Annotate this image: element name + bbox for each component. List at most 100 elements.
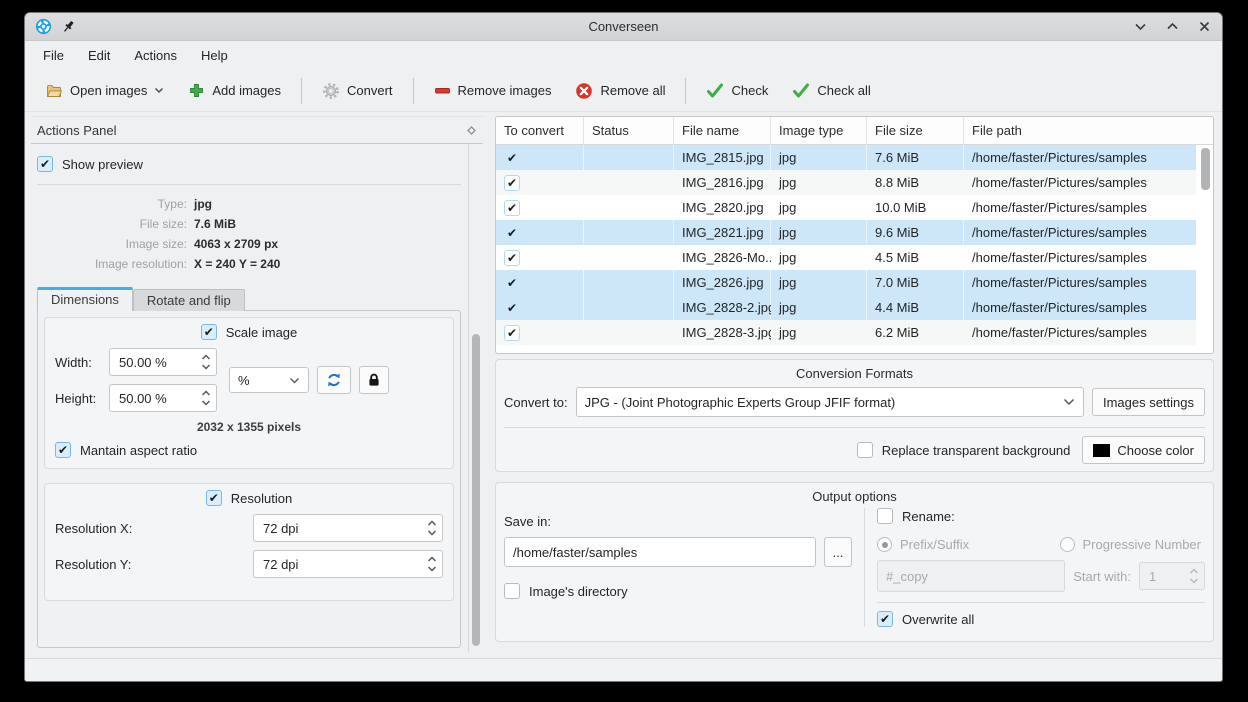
checkbox-box bbox=[857, 442, 873, 458]
column-header-to-convert[interactable]: To convert bbox=[496, 117, 584, 144]
browse-button[interactable]: ... bbox=[824, 537, 852, 567]
table-row[interactable]: ✔IMG_2815.jpgjpg7.6 MiB/home/faster/Pict… bbox=[496, 145, 1196, 170]
table-row[interactable]: ✔IMG_2816.jpgjpg8.8 MiB/home/faster/Pict… bbox=[496, 170, 1196, 195]
check-all-button[interactable]: Check all bbox=[782, 77, 880, 104]
table-cell-check[interactable]: ✔ bbox=[496, 145, 584, 170]
replace-transparent-background-checkbox[interactable]: Replace transparent background bbox=[857, 442, 1071, 458]
progressive-number-radio[interactable]: Progressive Number bbox=[1060, 537, 1202, 552]
menu-edit[interactable]: Edit bbox=[78, 45, 120, 66]
tab-dimensions[interactable]: Dimensions bbox=[37, 287, 133, 311]
row-to-convert-checkbox[interactable]: ✔ bbox=[504, 275, 520, 291]
images-settings-button[interactable]: Images settings bbox=[1092, 388, 1205, 416]
table-cell-type: jpg bbox=[771, 295, 867, 320]
info-value: 7.6 MiB bbox=[194, 217, 461, 231]
table-row[interactable]: ✔IMG_2821.jpgjpg9.6 MiB/home/faster/Pict… bbox=[496, 220, 1196, 245]
scale-image-checkbox[interactable]: ✔ Scale image bbox=[201, 324, 298, 340]
show-preview-checkbox[interactable]: ✔ Show preview bbox=[37, 156, 143, 172]
resolution-checkbox[interactable]: ✔ Resolution bbox=[206, 490, 292, 506]
panel-scrollbar[interactable] bbox=[472, 334, 480, 646]
table-cell-size: 6.2 MiB bbox=[867, 320, 964, 345]
spin-arrows-icon[interactable] bbox=[426, 518, 438, 538]
spin-arrows-icon[interactable] bbox=[426, 554, 438, 574]
images-directory-checkbox[interactable]: Image's directory bbox=[504, 583, 628, 599]
table-row[interactable]: ✔IMG_2826-Mo...jpg4.5 MiB/home/faster/Pi… bbox=[496, 245, 1196, 270]
table-cell-status bbox=[584, 245, 674, 270]
column-header-image-type[interactable]: Image type bbox=[771, 117, 867, 144]
table-row[interactable]: ✔IMG_2820.jpgjpg10.0 MiB/home/faster/Pic… bbox=[496, 195, 1196, 220]
convert-button[interactable]: Convert bbox=[312, 76, 403, 106]
table-cell-check[interactable]: ✔ bbox=[496, 170, 584, 195]
maintain-aspect-ratio-checkbox[interactable]: ✔ Mantain aspect ratio bbox=[55, 442, 197, 458]
table-cell-type: jpg bbox=[771, 170, 867, 195]
row-to-convert-checkbox[interactable]: ✔ bbox=[504, 200, 520, 216]
table-cell-type: jpg bbox=[771, 245, 867, 270]
row-to-convert-checkbox[interactable]: ✔ bbox=[504, 175, 520, 191]
table-cell-name: IMG_2828-3.jpg bbox=[674, 320, 771, 345]
table-cell-check[interactable]: ✔ bbox=[496, 245, 584, 270]
resolution-y-spinbox[interactable]: 72 dpi bbox=[253, 550, 443, 578]
table-cell-check[interactable]: ✔ bbox=[496, 220, 584, 245]
row-to-convert-checkbox[interactable]: ✔ bbox=[504, 300, 520, 316]
resolution-x-spinbox[interactable]: 72 dpi bbox=[253, 514, 443, 542]
row-to-convert-checkbox[interactable]: ✔ bbox=[504, 250, 520, 266]
column-header-file-path[interactable]: File path bbox=[964, 117, 1213, 144]
choose-color-button[interactable]: Choose color bbox=[1082, 436, 1205, 464]
row-to-convert-checkbox[interactable]: ✔ bbox=[504, 325, 520, 341]
spin-arrows-icon[interactable] bbox=[200, 388, 212, 408]
start-with-spinbox[interactable]: 1 bbox=[1139, 562, 1205, 590]
check-icon bbox=[706, 83, 724, 98]
save-path-input[interactable]: /home/faster/samples bbox=[504, 537, 816, 567]
table-cell-type: jpg bbox=[771, 270, 867, 295]
divider bbox=[504, 427, 1205, 428]
table-scrollbar[interactable] bbox=[1201, 148, 1210, 190]
spin-arrows-icon[interactable] bbox=[1188, 566, 1200, 586]
menu-file[interactable]: File bbox=[33, 45, 74, 66]
close-button[interactable] bbox=[1196, 19, 1212, 35]
row-to-convert-checkbox[interactable]: ✔ bbox=[504, 150, 520, 166]
refresh-dimensions-button[interactable] bbox=[317, 366, 351, 394]
check-button[interactable]: Check bbox=[696, 77, 778, 104]
toolbar-separator bbox=[413, 78, 414, 104]
column-header-status[interactable]: Status bbox=[584, 117, 674, 144]
table-row[interactable]: ✔IMG_2826.jpgjpg7.0 MiB/home/faster/Pict… bbox=[496, 270, 1196, 295]
color-swatch-icon bbox=[1093, 444, 1110, 457]
width-spinbox[interactable]: 50.00 % bbox=[109, 348, 217, 376]
overwrite-all-checkbox[interactable]: ✔ Overwrite all bbox=[877, 611, 974, 627]
table-cell-check[interactable]: ✔ bbox=[496, 320, 584, 345]
maximize-button[interactable] bbox=[1164, 19, 1180, 35]
dimensions-tab-content: ✔ Scale image Width: 50.00 % bbox=[37, 310, 461, 648]
remove-images-button[interactable]: Remove images bbox=[424, 76, 562, 105]
tab-rotate-and-flip[interactable]: Rotate and flip bbox=[133, 289, 245, 311]
table-cell-check[interactable]: ✔ bbox=[496, 195, 584, 220]
remove-all-button[interactable]: Remove all bbox=[565, 76, 675, 106]
height-spinbox[interactable]: 50.00 % bbox=[109, 384, 217, 412]
divider bbox=[877, 602, 1205, 603]
rename-checkbox[interactable]: Rename: bbox=[877, 508, 955, 524]
panel-frame-line bbox=[468, 144, 469, 652]
float-panel-icon[interactable] bbox=[466, 125, 477, 136]
prefix-suffix-radio[interactable]: Prefix/Suffix bbox=[877, 537, 969, 552]
row-to-convert-checkbox[interactable]: ✔ bbox=[504, 225, 520, 241]
toolbar-separator bbox=[685, 78, 686, 104]
rename-pattern-input[interactable]: #_copy bbox=[877, 560, 1065, 592]
unit-combobox[interactable]: % bbox=[229, 367, 309, 393]
table-row[interactable]: ✔IMG_2828-3.jpgjpg6.2 MiB/home/faster/Pi… bbox=[496, 320, 1196, 345]
format-combobox[interactable]: JPG - (Joint Photographic Experts Group … bbox=[576, 387, 1084, 417]
column-header-file-name[interactable]: File name bbox=[674, 117, 771, 144]
column-header-file-size[interactable]: File size bbox=[867, 117, 964, 144]
minimize-button[interactable] bbox=[1132, 19, 1148, 35]
spin-arrows-icon[interactable] bbox=[200, 352, 212, 372]
lock-aspect-button[interactable] bbox=[359, 366, 389, 394]
menu-help[interactable]: Help bbox=[191, 45, 238, 66]
table-row[interactable]: ✔IMG_2828-2.jpgjpg4.4 MiB/home/faster/Pi… bbox=[496, 295, 1196, 320]
menu-actions[interactable]: Actions bbox=[124, 45, 187, 66]
table-cell-check[interactable]: ✔ bbox=[496, 295, 584, 320]
table-cell-check[interactable]: ✔ bbox=[496, 270, 584, 295]
open-images-button[interactable]: Open images bbox=[35, 77, 174, 105]
statusbar bbox=[25, 658, 1222, 681]
height-label: Height: bbox=[55, 391, 101, 406]
info-value: X = 240 Y = 240 bbox=[194, 257, 461, 271]
add-images-button[interactable]: Add images bbox=[178, 76, 291, 105]
table-cell-name: IMG_2821.jpg bbox=[674, 220, 771, 245]
titlebar[interactable]: Converseen bbox=[25, 13, 1222, 41]
